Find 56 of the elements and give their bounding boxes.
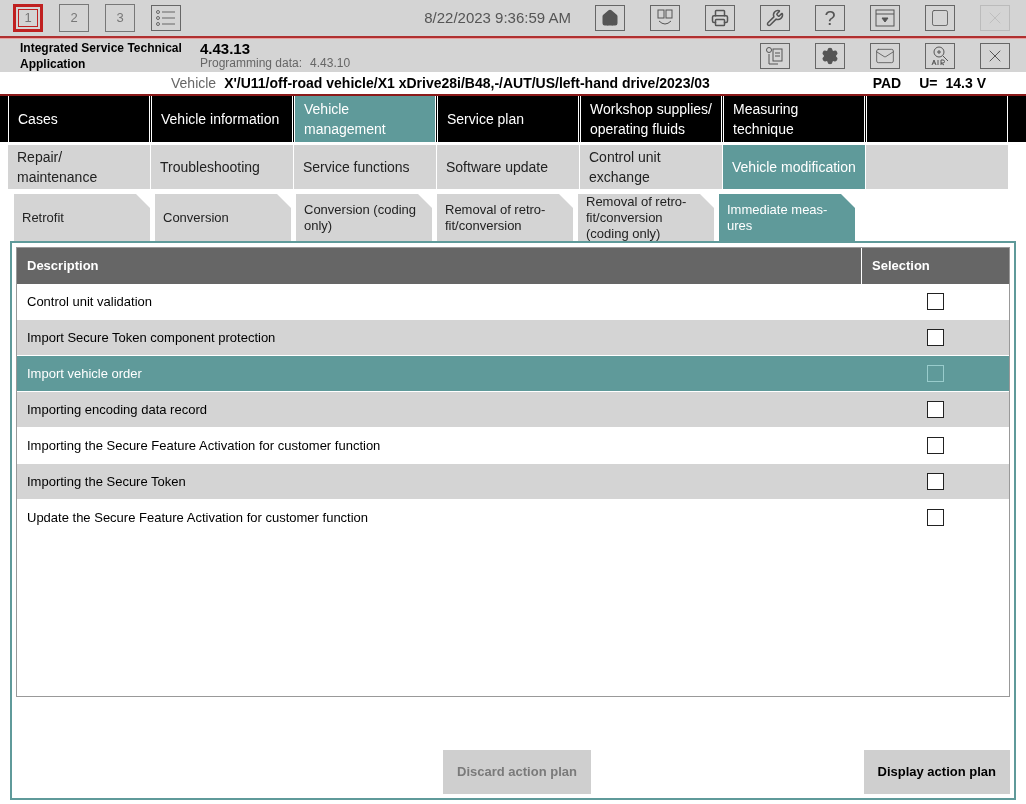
description-cell-text: Importing the Secure Feature Activation for customer function — [26, 436, 382, 455]
description-cell-text: Import Secure Token component protection — [26, 328, 277, 347]
sub-menu-item[interactable]: Software update — [437, 145, 579, 189]
tab[interactable]: Removal of retro-fit/conversion — [437, 194, 573, 241]
sub-menu-item[interactable]: Troubleshooting — [151, 145, 293, 189]
sub-menu-item[interactable]: Repair/ maintenance — [8, 145, 150, 189]
selection-checkbox[interactable] — [926, 437, 944, 454]
table-row[interactable]: Importing encoding data record — [17, 392, 1009, 428]
sub-menu-item[interactable]: Service functions — [294, 145, 436, 189]
wrench-icon[interactable] — [760, 5, 790, 31]
main-menu-item[interactable]: Service plan — [437, 96, 579, 142]
tab[interactable]: Removal of retro-fit/conversion (coding only) — [578, 194, 714, 241]
main-menu-item[interactable]: Cases — [8, 96, 150, 142]
version: 4.43.13 — [200, 41, 252, 56]
interface-type: PAD — [872, 73, 902, 93]
selection-checkbox[interactable] — [926, 401, 944, 418]
programming-version: 4.43.10 — [310, 56, 351, 70]
column-header: Description — [26, 257, 100, 276]
tab[interactable]: Retrofit — [14, 194, 150, 241]
tab[interactable]: Conversion — [155, 194, 291, 241]
selection-checkbox[interactable] — [926, 473, 944, 490]
main-menu-item[interactable]: Vehicle information — [151, 96, 293, 142]
tab[interactable]: Conversion (coding only) — [296, 194, 432, 241]
sub-menu-item[interactable]: Control unit exchange — [580, 145, 722, 189]
table-row[interactable]: Import Secure Token component protection — [17, 320, 1009, 356]
voltage-label: U= — [919, 73, 938, 93]
voltage-value: 14.3 V — [945, 73, 986, 93]
dropdown-window-icon[interactable] — [870, 5, 900, 31]
datetime: 8/22/2023 9:36:59 AM — [424, 7, 571, 28]
selection-checkbox[interactable] — [926, 329, 944, 346]
description-cell-text: Update the Secure Feature Activation for customer function — [26, 508, 370, 527]
home-icon[interactable] — [595, 5, 625, 31]
list-icon[interactable] — [151, 5, 181, 31]
documents-icon[interactable] — [760, 42, 790, 69]
main-menu-item[interactable]: Workshop supplies/ operating fluids — [580, 96, 722, 142]
programming-label: Programming data: — [200, 56, 303, 70]
description-cell-text: Importing encoding data record — [26, 400, 208, 419]
table-row[interactable]: Importing the Secure Token — [17, 464, 1009, 500]
vehicle-value: X'/U11/off-road vehicle/X1 xDrive28i/B48,-/AUT/US/left-hand drive/2023/03 — [224, 73, 710, 93]
action-button[interactable]: Display action plan — [863, 750, 1010, 794]
description-cell-text: Import vehicle order — [26, 364, 143, 383]
help-button[interactable]: ? — [815, 5, 845, 31]
vehicle-label: Vehicle — [171, 73, 217, 93]
settings-icon[interactable] — [815, 42, 845, 69]
selection-checkbox[interactable] — [926, 509, 944, 526]
mail-icon[interactable] — [870, 42, 900, 69]
swap-icon[interactable] — [650, 5, 680, 31]
description-cell-text: Control unit validation — [26, 292, 154, 311]
main-menu-item[interactable]: Measuring technique — [723, 96, 865, 142]
maximize-icon[interactable] — [925, 5, 955, 31]
app-name: Integrated Service Technical Application — [20, 39, 183, 72]
printer-icon[interactable] — [705, 5, 735, 31]
selection-checkbox[interactable] — [926, 293, 944, 310]
description-cell-text: Importing the Secure Token — [26, 472, 187, 491]
close-icon[interactable] — [980, 42, 1010, 69]
magnifier-icon[interactable] — [925, 42, 955, 69]
